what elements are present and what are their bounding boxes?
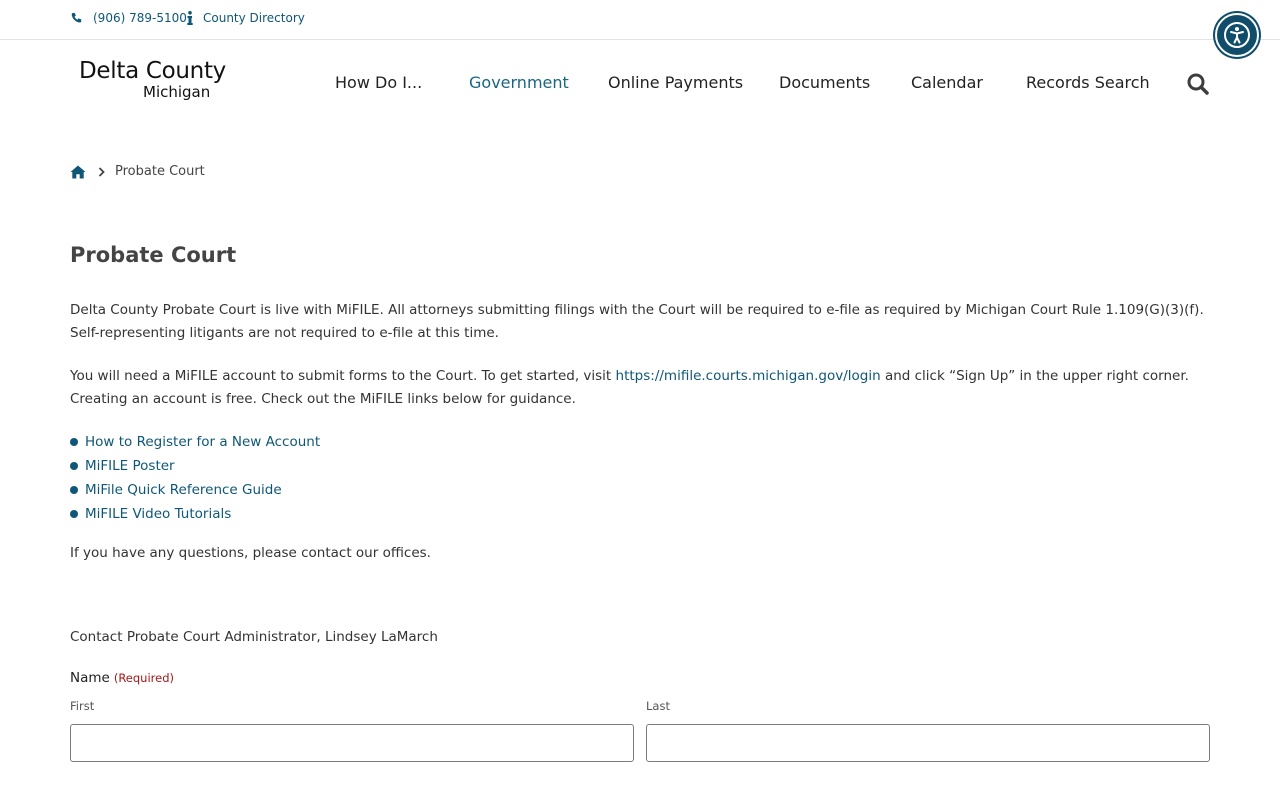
- last-name-input[interactable]: [646, 724, 1210, 762]
- utility-bar: (906) 789-5100 County Directory: [0, 0, 1280, 40]
- intro-paragraph: Delta County Probate Court is live with …: [70, 302, 1204, 341]
- first-name-input[interactable]: [70, 724, 634, 762]
- name-field-label: Name (Required): [70, 670, 174, 686]
- name-label-text: Name: [70, 670, 110, 686]
- bullet-icon: [70, 486, 78, 494]
- list-item: MiFILE Video Tutorials: [70, 502, 320, 526]
- bullet-icon: [70, 438, 78, 446]
- accessibility-button[interactable]: [1215, 13, 1259, 57]
- last-name-label: Last: [646, 699, 670, 713]
- phone-icon: [71, 12, 82, 22]
- accessibility-icon: [1224, 22, 1250, 48]
- list-item: MiFile Quick Reference Guide: [70, 478, 320, 502]
- required-indicator: (Required): [113, 671, 174, 685]
- link-register-account[interactable]: How to Register for a New Account: [85, 434, 320, 450]
- first-name-label: First: [70, 699, 95, 713]
- link-video-tutorials[interactable]: MiFILE Video Tutorials: [85, 506, 231, 522]
- mifile-login-link[interactable]: https://mifile.courts.michigan.gov/login: [616, 368, 881, 384]
- page-title: Probate Court: [70, 243, 237, 267]
- questions-paragraph: If you have any questions, please contac…: [70, 545, 431, 561]
- main-nav: How Do I... Government Online Payments D…: [0, 73, 1280, 95]
- county-directory-label: County Directory: [203, 11, 305, 25]
- breadcrumb-current: Probate Court: [115, 164, 205, 179]
- breadcrumb-home-link[interactable]: [70, 165, 86, 179]
- search-icon: [1187, 73, 1209, 95]
- link-mifile-poster[interactable]: MiFILE Poster: [85, 458, 175, 474]
- account-text-before: You will need a MiFILE account to submit…: [70, 368, 616, 384]
- county-directory-link[interactable]: County Directory: [187, 11, 305, 25]
- list-item: MiFILE Poster: [70, 454, 320, 478]
- nav-documents[interactable]: Documents: [779, 73, 870, 92]
- info-icon: [187, 11, 193, 25]
- nav-government[interactable]: Government: [469, 73, 569, 92]
- bullet-icon: [70, 510, 78, 518]
- phone-link[interactable]: (906) 789-5100: [70, 11, 187, 25]
- list-item: How to Register for a New Account: [70, 430, 320, 454]
- link-quick-reference-guide[interactable]: MiFile Quick Reference Guide: [85, 482, 282, 498]
- phone-number: (906) 789-5100: [93, 11, 187, 25]
- account-paragraph: You will need a MiFILE account to submit…: [70, 365, 1210, 411]
- nav-calendar[interactable]: Calendar: [911, 73, 983, 92]
- mifile-links-list: How to Register for a New Account MiFILE…: [70, 430, 320, 526]
- home-icon: [70, 165, 86, 178]
- bullet-icon: [70, 462, 78, 470]
- nav-how-do-i[interactable]: How Do I...: [335, 73, 422, 92]
- search-button[interactable]: [1186, 72, 1210, 96]
- chevron-right-icon: [98, 166, 105, 177]
- breadcrumb: Probate Court: [70, 164, 205, 179]
- contact-heading: Contact Probate Court Administrator, Lin…: [70, 629, 438, 645]
- nav-records-search[interactable]: Records Search: [1026, 73, 1150, 92]
- nav-online-payments[interactable]: Online Payments: [608, 73, 743, 92]
